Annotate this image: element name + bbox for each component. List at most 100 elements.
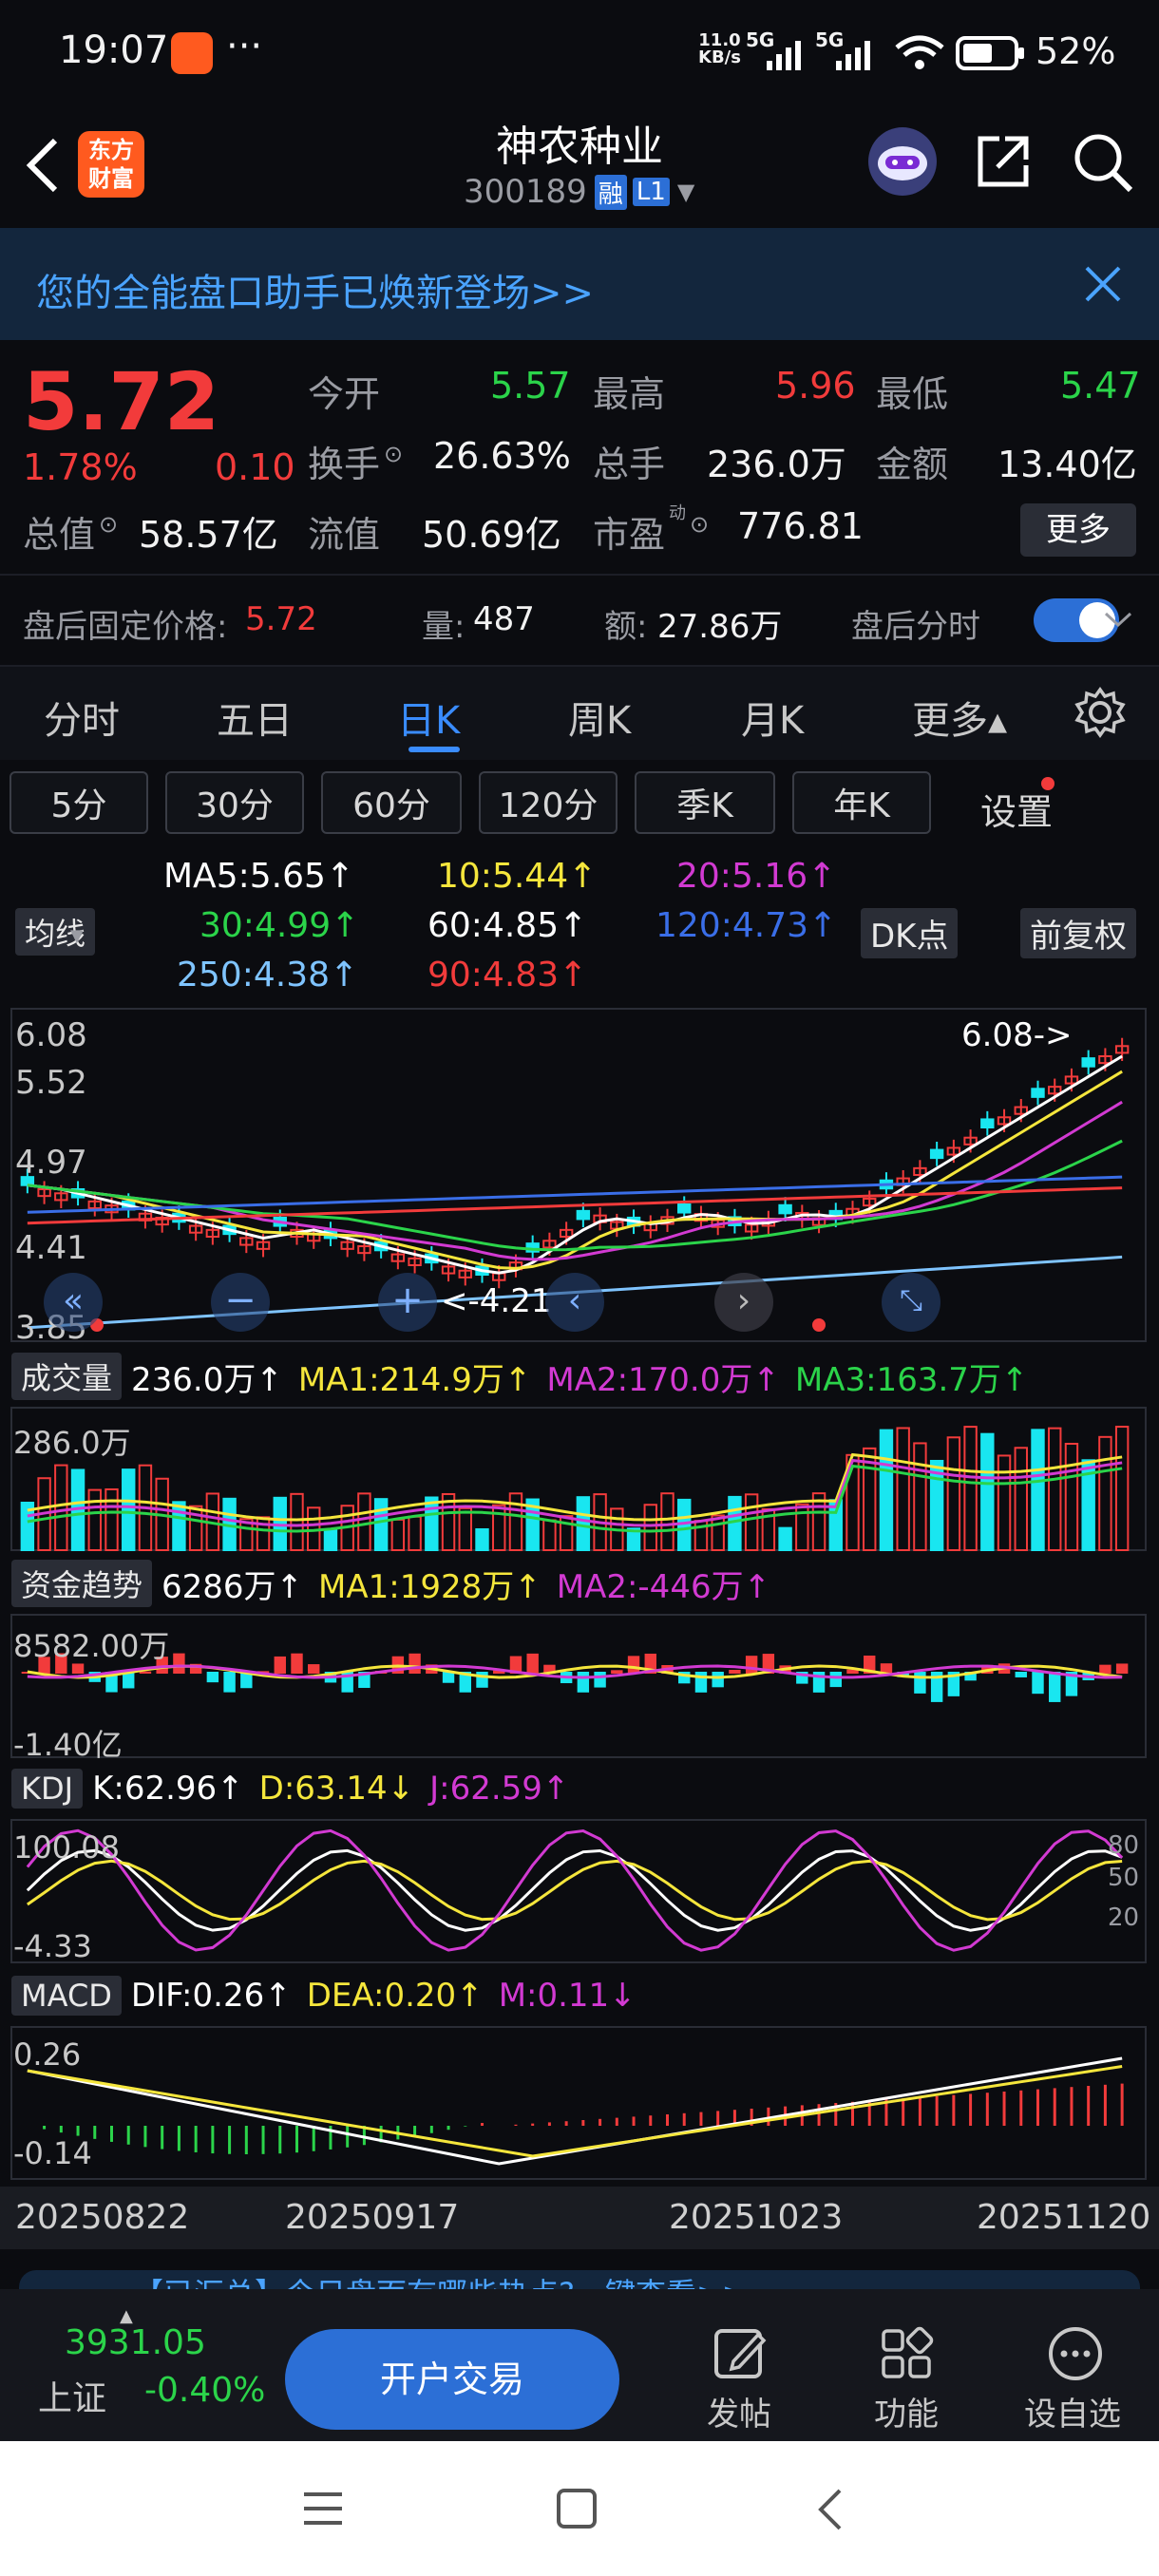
- volume-top-label: 286.0万: [13, 1425, 131, 1461]
- date-label: 20250822: [15, 2198, 190, 2237]
- volume-bar: [54, 1464, 68, 1551]
- macd-dea: DEA:0.20↑: [306, 1977, 484, 2015]
- adjust-button[interactable]: 前复权: [1020, 908, 1136, 958]
- after-hours-label: 盘后固定价格:: [23, 608, 228, 646]
- chevron-down-icon[interactable]: [1102, 608, 1134, 631]
- add-watchlist-icon[interactable]: [1047, 2325, 1104, 2382]
- subtab-5min[interactable]: 5分: [10, 771, 148, 834]
- subtab-30min[interactable]: 30分: [165, 771, 304, 834]
- volume-bar: [357, 1492, 371, 1552]
- subtab-year-k[interactable]: 年K: [792, 771, 931, 834]
- kdj-level-80: 80: [1108, 1831, 1140, 1860]
- subtab-quarter-k[interactable]: 季K: [635, 771, 775, 834]
- macd-bottom-label: -0.14: [13, 2135, 92, 2171]
- gear-icon[interactable]: [1074, 686, 1127, 739]
- fund-value: 6286万↑: [162, 1567, 304, 1606]
- zoom-out-button[interactable]: −: [211, 1273, 270, 1332]
- fund-bar: [729, 1669, 741, 1674]
- function-label[interactable]: 功能: [874, 2388, 939, 2434]
- fund-bar: [577, 1672, 590, 1693]
- low-label: 最低: [876, 373, 949, 415]
- ma5-line: [27, 1054, 1123, 1275]
- zoom-in-button[interactable]: +: [378, 1273, 437, 1332]
- more-button[interactable]: 更多: [1020, 503, 1136, 557]
- high-value: 5.96: [775, 365, 856, 407]
- settings-red-dot: [1041, 777, 1054, 790]
- candle-body: [1081, 1057, 1095, 1068]
- kdj-level-20: 20: [1108, 1904, 1140, 1932]
- open-account-button[interactable]: 开户交易: [285, 2329, 619, 2430]
- fund-bar: [694, 1672, 708, 1693]
- grid-function-icon[interactable]: [880, 2325, 937, 2382]
- info-icon[interactable]: ⊙: [690, 511, 709, 538]
- close-icon[interactable]: [1083, 264, 1123, 304]
- fund-bar: [274, 1656, 286, 1674]
- fund-selector[interactable]: 资金趋势: [11, 1560, 153, 1607]
- scroll-left-button[interactable]: ‹: [545, 1273, 604, 1332]
- chart-area[interactable]: [0, 1007, 1159, 2251]
- kdj-k: K:62.96↑: [92, 1770, 244, 1808]
- info-icon[interactable]: ⊙: [384, 441, 403, 467]
- stock-code: 300189: [464, 173, 587, 211]
- volume-ma1-line: [27, 1452, 1123, 1522]
- scroll-right-button[interactable]: ›: [714, 1273, 773, 1332]
- fund-ma2: MA2:-446万↑: [556, 1567, 771, 1606]
- tab-five-day[interactable]: 五日: [217, 690, 293, 745]
- subtab-settings[interactable]: 设置: [980, 783, 1053, 835]
- post-label[interactable]: 发帖: [707, 2388, 771, 2434]
- tab-intraday[interactable]: 分时: [44, 690, 120, 745]
- turnover-value: 26.63%: [433, 435, 571, 477]
- change-percent: 1.78%: [23, 446, 138, 488]
- status-bar: 19:07 ··· 11.0 KB/s 5G 5G 52%: [0, 0, 1159, 104]
- y-label-top: 6.08: [15, 1016, 87, 1054]
- marker-dot: [812, 1318, 826, 1332]
- fund-ma1: MA1:1928万↑: [318, 1567, 542, 1606]
- volume-bar: [728, 1495, 742, 1552]
- index-change: -0.40%: [144, 2371, 266, 2410]
- mktcap-value: 58.57亿: [139, 514, 278, 556]
- watchlist-label[interactable]: 设自选: [1024, 2388, 1121, 2434]
- ma30-label: 30:4.99↑: [200, 906, 360, 945]
- volume-bar: [1014, 1447, 1028, 1551]
- candle-body: [929, 1148, 944, 1160]
- dk-point-button[interactable]: DK点: [861, 908, 959, 958]
- fullscreen-icon[interactable]: ⤡: [882, 1273, 940, 1332]
- subtab-120min[interactable]: 120分: [479, 771, 618, 834]
- volume-bar: [373, 1498, 389, 1551]
- scroll-left-fast-button[interactable]: «: [44, 1273, 103, 1332]
- low-value: 5.47: [1060, 365, 1141, 407]
- menu-icon[interactable]: [300, 2489, 346, 2529]
- assistant-banner[interactable]: 您的全能盘口助手已焕新登场>>: [0, 228, 1159, 340]
- open-value: 5.57: [490, 365, 571, 407]
- level-badge: L1: [632, 178, 670, 206]
- share-icon[interactable]: [973, 131, 1034, 192]
- ma5-label: MA5:5.65↑: [163, 857, 355, 896]
- back-nav-icon[interactable]: [813, 2487, 847, 2532]
- volume-bar: [104, 1487, 119, 1551]
- subtab-60min[interactable]: 60分: [321, 771, 462, 834]
- search-icon[interactable]: [1072, 131, 1134, 194]
- fund-bar: [526, 1653, 539, 1674]
- volume-label: 总手: [593, 444, 666, 485]
- volume-selector[interactable]: 成交量: [11, 1353, 123, 1400]
- tab-more[interactable]: 更多▴: [912, 690, 1007, 745]
- macd-selector[interactable]: MACD: [11, 1976, 122, 2016]
- chevron-down-icon: ▼: [676, 179, 695, 205]
- volume-bar: [458, 1506, 472, 1552]
- kdj-d-line: [27, 1859, 1123, 1922]
- robot-assistant-icon[interactable]: [866, 125, 939, 198]
- kdj-selector[interactable]: KDJ: [11, 1769, 84, 1809]
- tab-monthly-k[interactable]: 月K: [741, 690, 804, 745]
- volume-chart: [20, 1426, 1130, 1552]
- fund-bar: [408, 1653, 421, 1674]
- kdj-j: J:62.59↑: [429, 1770, 570, 1808]
- ma-selector[interactable]: 均线 ▼: [15, 908, 96, 956]
- ma60-label: 60:4.85↑: [428, 906, 588, 945]
- tab-daily-k[interactable]: 日K: [397, 690, 460, 745]
- edit-post-icon[interactable]: [712, 2325, 770, 2382]
- home-icon[interactable]: [555, 2487, 598, 2530]
- tab-weekly-k[interactable]: 周K: [568, 690, 631, 745]
- stock-code-row[interactable]: 300189 融 L1 ▼: [464, 173, 694, 211]
- info-icon[interactable]: ⊙: [99, 511, 118, 538]
- volume-bar: [778, 1526, 792, 1551]
